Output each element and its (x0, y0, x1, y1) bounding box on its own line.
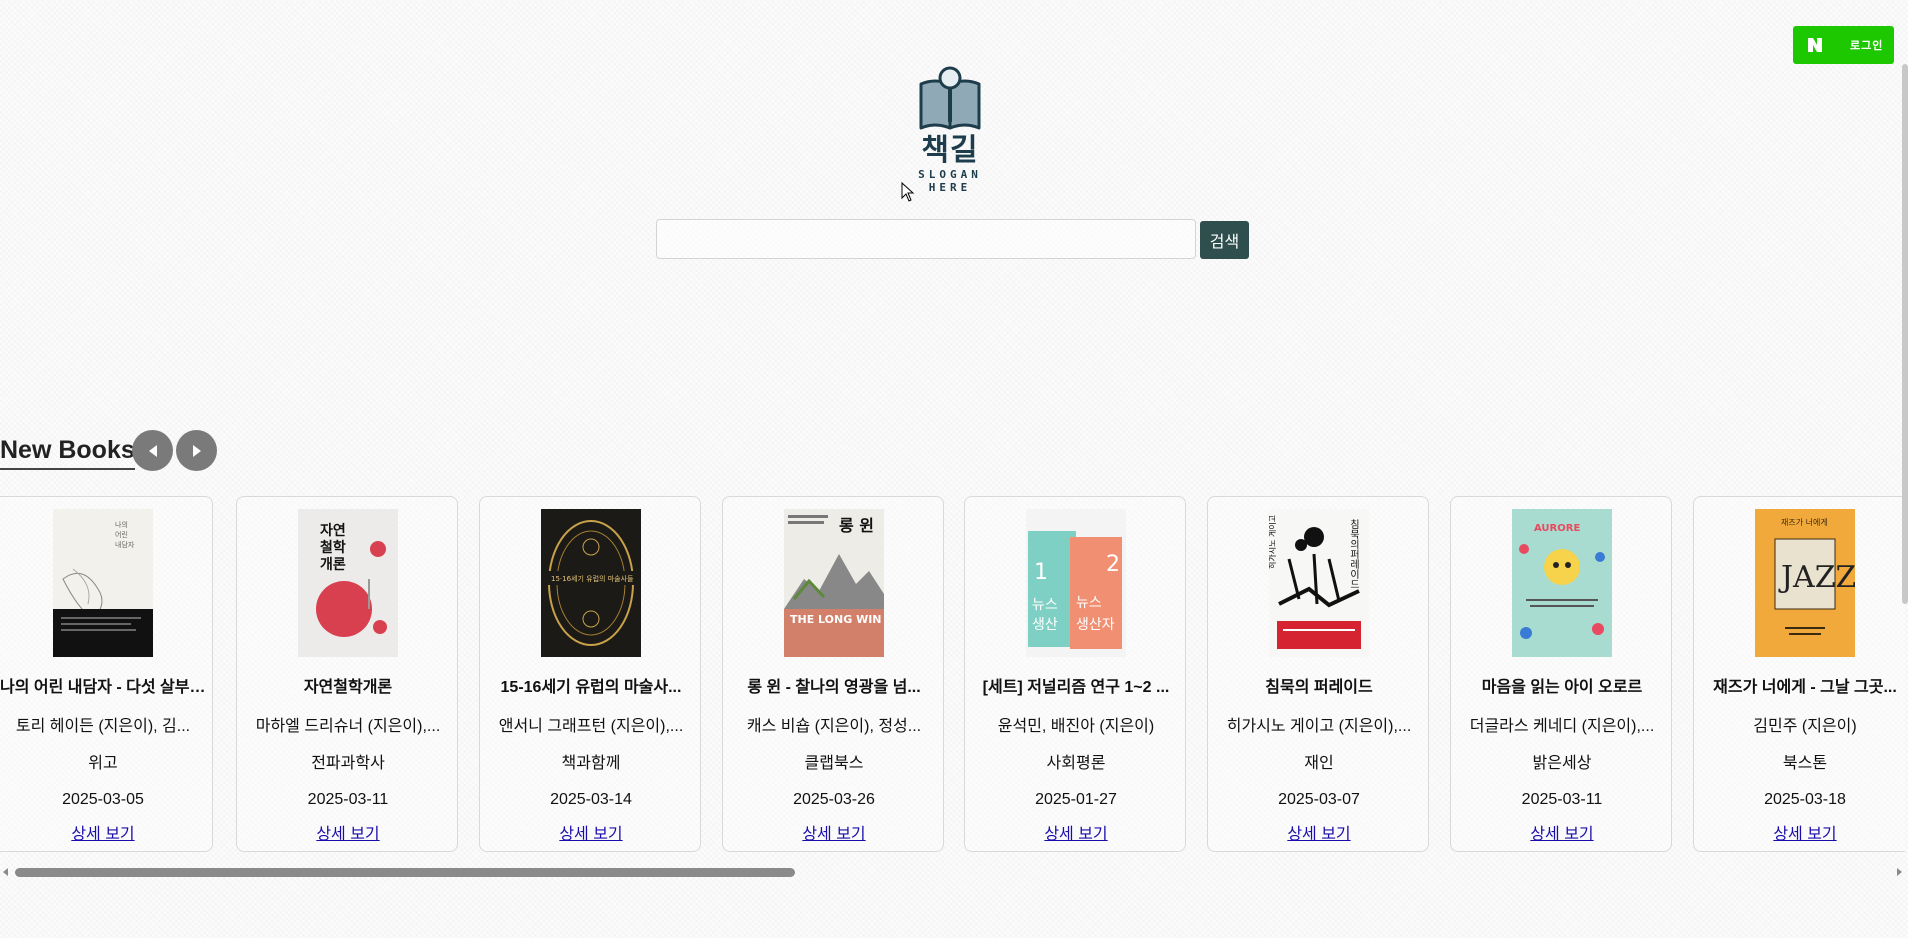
naver-n-icon (1805, 35, 1825, 55)
book-date: 2025-03-26 (793, 791, 875, 808)
book-magnifier-icon (919, 66, 981, 130)
book-card: 15·16세기 유럽의 마술사들 15-16세기 유럽의 마술사... 앤서니 … (479, 496, 701, 852)
svg-text:히가시노 게이고: 히가시노 게이고 (1269, 515, 1277, 569)
site-logo[interactable]: 책길 SLOGAN HERE (895, 64, 1005, 194)
logo-title: 책길 (921, 133, 979, 168)
search-button[interactable]: 검색 (1200, 221, 1249, 259)
book-publisher: 재인 (1304, 755, 1334, 772)
search-bar: 검색 (656, 219, 1249, 259)
book-cover-3[interactable]: 15·16세기 유럽의 마술사들 (541, 509, 641, 657)
book-card: 히가시노 게이고 침묵의퍼레이드 침묵의 퍼레이드 히가시노 게이고 (지은이)… (1207, 496, 1429, 852)
login-label: 로그인 (1850, 39, 1884, 52)
book-title: 재즈가 너에게 - 그날 그곳... (1713, 679, 1897, 696)
book-title: 롱 윈 - 찰나의 영광을 넘... (747, 679, 921, 696)
book-cover-5[interactable]: 1 뉴스 생산 2 뉴스 생산자 (1026, 509, 1126, 657)
svg-text:2: 2 (1106, 552, 1120, 577)
search-input[interactable] (656, 219, 1196, 259)
mouse-cursor-icon (901, 182, 915, 202)
svg-text:뉴스: 뉴스 (1076, 595, 1102, 611)
svg-text:생산자: 생산자 (1076, 617, 1115, 633)
book-author: 히가시노 게이고 (지은이),... (1226, 718, 1412, 735)
svg-text:나의: 나의 (115, 520, 128, 529)
book-detail-link[interactable]: 상세 보기 (1459, 825, 1665, 845)
book-title: 마음을 읽는 아이 오로르 (1481, 679, 1643, 696)
scroll-right-arrow-icon[interactable] (1897, 868, 1902, 876)
book-author: 토리 헤이든 (지은이), 김... (15, 718, 191, 735)
book-title: [세트] 저널리즘 연구 1~2 ... (982, 679, 1170, 696)
svg-text:AURORE: AURORE (1534, 523, 1580, 534)
book-publisher: 전파과학사 (311, 755, 385, 772)
scroll-left-arrow-icon[interactable] (3, 868, 8, 876)
triangle-right-icon (192, 444, 201, 457)
book-publisher: 책과함께 (561, 755, 621, 772)
svg-text:THE LONG WIN: THE LONG WIN (790, 613, 882, 626)
book-carousel[interactable]: 나의 어린 내담자 나의 어린 내담자 - 다섯 살부터 열다섯 살까지 토리 … (0, 496, 1905, 854)
book-date: 2025-03-18 (1764, 791, 1846, 808)
book-card: 나의 어린 내담자 나의 어린 내담자 - 다섯 살부터 열다섯 살까지 토리 … (0, 496, 213, 852)
book-cover-4[interactable]: 롱 윈 THE LONG WIN (784, 509, 884, 657)
svg-text:15·16세기 유럽의 마술사들: 15·16세기 유럽의 마술사들 (551, 574, 634, 583)
book-cover-8[interactable]: 재즈가 너에게 JAZZ (1755, 509, 1855, 657)
book-publisher: 밝은세상 (1532, 755, 1592, 772)
book-date: 2025-03-14 (550, 791, 632, 808)
book-detail-link[interactable]: 상세 보기 (0, 825, 206, 845)
svg-text:철학: 철학 (320, 540, 346, 556)
book-detail-link[interactable]: 상세 보기 (973, 825, 1179, 845)
scrollbar-thumb[interactable] (15, 868, 795, 877)
book-date: 2025-03-07 (1278, 791, 1360, 808)
book-title: 침묵의 퍼레이드 (1265, 679, 1373, 696)
book-card: 자연 철학 개론 자연철학개론 마하엘 드리슈너 (지은이),... 전파과학사… (236, 496, 458, 852)
book-author: 김민주 (지은이) (1753, 718, 1857, 735)
book-card: AURORE 마음을 읽는 아이 오로르 더글라스 케네디 (지은이),... … (1450, 496, 1672, 852)
section-title: New Books (0, 436, 135, 470)
svg-text:1: 1 (1034, 560, 1048, 585)
triangle-left-icon (148, 444, 157, 457)
book-date: 2025-03-05 (62, 791, 144, 808)
book-author: 윤석민, 배진아 (지은이) (997, 718, 1155, 735)
book-cover-2[interactable]: 자연 철학 개론 (298, 509, 398, 657)
svg-text:JAZZ: JAZZ (1778, 560, 1855, 595)
naver-login-button[interactable]: 로그인 (1793, 26, 1894, 64)
book-detail-link[interactable]: 상세 보기 (731, 825, 937, 845)
book-author: 앤서니 그래프턴 (지은이),... (498, 718, 684, 735)
book-publisher: 사회평론 (1046, 755, 1106, 772)
book-date: 2025-03-11 (1521, 791, 1603, 808)
carousel-prev-button[interactable] (132, 430, 173, 471)
carousel-next-button[interactable] (176, 430, 217, 471)
book-cover-6[interactable]: 히가시노 게이고 침묵의퍼레이드 (1269, 509, 1369, 657)
svg-text:생산: 생산 (1032, 617, 1058, 633)
book-title: 나의 어린 내담자 - 다섯 살부터 열다섯 살까지 (0, 679, 206, 696)
horizontal-scrollbar[interactable] (0, 864, 1905, 880)
book-title: 15-16세기 유럽의 마술사... (500, 679, 682, 696)
svg-text:뉴스: 뉴스 (1032, 597, 1058, 613)
book-author: 마하엘 드리슈너 (지은이),... (255, 718, 441, 735)
svg-text:롱 윈: 롱 윈 (839, 516, 874, 535)
book-cover-1[interactable]: 나의 어린 내담자 (53, 509, 153, 657)
book-cover-7[interactable]: AURORE (1512, 509, 1612, 657)
svg-text:어린: 어린 (115, 530, 128, 539)
svg-text:자연: 자연 (320, 523, 346, 539)
vertical-scrollbar-thumb[interactable] (1902, 64, 1908, 604)
book-author: 더글라스 케네디 (지은이),... (1469, 718, 1655, 735)
book-publisher: 클랩북스 (804, 755, 864, 772)
book-detail-link[interactable]: 상세 보기 (1702, 825, 1905, 845)
svg-text:개론: 개론 (320, 557, 346, 573)
book-card: 재즈가 너에게 JAZZ 재즈가 너에게 - 그날 그곳... 김민주 (지은이… (1693, 496, 1905, 852)
book-card: 롱 윈 THE LONG WIN 롱 윈 - 찰나의 영광을 넘... 캐스 비… (722, 496, 944, 852)
book-detail-link[interactable]: 상세 보기 (488, 825, 694, 845)
book-author: 캐스 비숍 (지은이), 정성... (746, 718, 922, 735)
book-date: 2025-01-27 (1035, 791, 1117, 808)
book-title: 자연철학개론 (303, 679, 393, 696)
book-detail-link[interactable]: 상세 보기 (245, 825, 451, 845)
book-publisher: 위고 (88, 755, 118, 772)
svg-text:내담자: 내담자 (115, 540, 135, 549)
book-detail-link[interactable]: 상세 보기 (1216, 825, 1422, 845)
book-card: 1 뉴스 생산 2 뉴스 생산자 [세트] 저널리즘 연구 1~2 ... 윤석… (964, 496, 1186, 852)
svg-text:침묵의퍼레이드: 침묵의퍼레이드 (1348, 519, 1360, 589)
book-publisher: 북스톤 (1782, 755, 1828, 772)
svg-text:재즈가 너에게: 재즈가 너에게 (1781, 517, 1828, 527)
book-date: 2025-03-11 (307, 791, 389, 808)
